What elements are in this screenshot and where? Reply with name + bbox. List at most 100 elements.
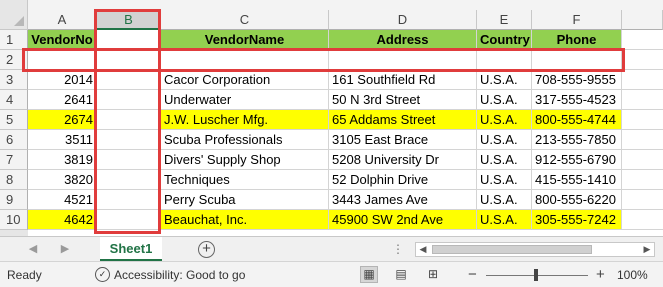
- cell-c3[interactable]: Cacor Corporation: [161, 70, 329, 90]
- cell-c9[interactable]: Perry Scuba: [161, 190, 329, 210]
- cell-g4[interactable]: [622, 90, 663, 110]
- select-all-corner[interactable]: [0, 0, 28, 30]
- cell-a8[interactable]: 3820: [28, 170, 97, 190]
- zoom-out-icon[interactable]: −: [468, 266, 477, 283]
- row-header-4[interactable]: 4: [0, 90, 28, 110]
- cell-g3[interactable]: [622, 70, 663, 90]
- page-break-icon[interactable]: ⊞: [424, 266, 442, 283]
- cell-g10[interactable]: [622, 210, 663, 230]
- sheet-tab-sheet1[interactable]: Sheet1: [100, 237, 162, 262]
- zoom-slider-thumb[interactable]: [534, 269, 538, 281]
- column-header-d[interactable]: D: [329, 10, 477, 30]
- cell-b10[interactable]: [97, 210, 161, 230]
- cell-d4[interactable]: 50 N 3rd Street: [329, 90, 477, 110]
- cell-b7[interactable]: [97, 150, 161, 170]
- cell-e2[interactable]: [477, 50, 532, 70]
- cell-a4[interactable]: 2641: [28, 90, 97, 110]
- cell-a10[interactable]: 4642: [28, 210, 97, 230]
- cell-f4[interactable]: 317-555-4523: [532, 90, 622, 110]
- column-header-c[interactable]: C: [161, 10, 329, 30]
- accessibility-icon[interactable]: ✓: [95, 267, 110, 282]
- column-header-f[interactable]: F: [532, 10, 622, 30]
- cell-e8[interactable]: U.S.A.: [477, 170, 532, 190]
- row-header-6[interactable]: 6: [0, 130, 28, 150]
- cell-d7[interactable]: 5208 University Dr: [329, 150, 477, 170]
- cell-g9[interactable]: [622, 190, 663, 210]
- cell-e9[interactable]: U.S.A.: [477, 190, 532, 210]
- cell-b8[interactable]: [97, 170, 161, 190]
- grid-view-icon[interactable]: ▦: [360, 266, 378, 283]
- column-header-e[interactable]: E: [477, 10, 532, 30]
- cell-b3[interactable]: [97, 70, 161, 90]
- row-header-5[interactable]: 5: [0, 110, 28, 130]
- scroll-left-icon[interactable]: ◀: [416, 243, 430, 256]
- row-header-2[interactable]: 2: [0, 50, 28, 70]
- cell-b2[interactable]: [97, 50, 161, 70]
- cell-g2[interactable]: [622, 50, 663, 70]
- cell-f10[interactable]: 305-555-7242: [532, 210, 622, 230]
- cell-b6[interactable]: [97, 130, 161, 150]
- cell-f8[interactable]: 415-555-1410: [532, 170, 622, 190]
- row-header-9[interactable]: 9: [0, 190, 28, 210]
- accessibility-status[interactable]: Accessibility: Good to go: [114, 268, 245, 282]
- cell-f2[interactable]: [532, 50, 622, 70]
- cell-e7[interactable]: U.S.A.: [477, 150, 532, 170]
- column-header-a[interactable]: A: [28, 10, 97, 30]
- cell-d3[interactable]: 161 Southfield Rd: [329, 70, 477, 90]
- cell-g8[interactable]: [622, 170, 663, 190]
- cell-d10[interactable]: 45900 SW 2nd Ave: [329, 210, 477, 230]
- cell-c7[interactable]: Divers' Supply Shop: [161, 150, 329, 170]
- cell-a7[interactable]: 3819: [28, 150, 97, 170]
- cell-b5[interactable]: [97, 110, 161, 130]
- cell-a9[interactable]: 4521: [28, 190, 97, 210]
- cell-c6[interactable]: Scuba Professionals: [161, 130, 329, 150]
- cell-a5[interactable]: 2674: [28, 110, 97, 130]
- cell-g1[interactable]: [622, 30, 663, 50]
- cell-a2[interactable]: [28, 50, 97, 70]
- cell-f6[interactable]: 213-555-7850: [532, 130, 622, 150]
- row-header-10[interactable]: 10: [0, 210, 28, 230]
- cell-f7[interactable]: 912-555-6790: [532, 150, 622, 170]
- cell-d9[interactable]: 3443 James Ave: [329, 190, 477, 210]
- cell-c4[interactable]: Underwater: [161, 90, 329, 110]
- cell-f3[interactable]: 708-555-9555: [532, 70, 622, 90]
- cell-f5[interactable]: 800-555-4744: [532, 110, 622, 130]
- header-cell-b[interactable]: [97, 30, 161, 50]
- cell-c10[interactable]: Beauchat, Inc.: [161, 210, 329, 230]
- header-cell-a[interactable]: VendorNo: [28, 30, 97, 50]
- header-cell-d[interactable]: Address: [329, 30, 477, 50]
- cell-d5[interactable]: 65 Addams Street: [329, 110, 477, 130]
- header-cell-e[interactable]: Country: [477, 30, 532, 50]
- row-header-1[interactable]: 1: [0, 30, 28, 50]
- header-cell-f[interactable]: Phone: [532, 30, 622, 50]
- row-header-3[interactable]: 3: [0, 70, 28, 90]
- page-layout-icon[interactable]: ▤: [392, 266, 410, 283]
- header-cell-c[interactable]: VendorName: [161, 30, 329, 50]
- prev-sheet-icon[interactable]: ◀: [26, 242, 40, 256]
- more-options-icon[interactable]: ⋮: [392, 242, 405, 256]
- cell-d8[interactable]: 52 Dolphin Drive: [329, 170, 477, 190]
- cell-g7[interactable]: [622, 150, 663, 170]
- cell-g6[interactable]: [622, 130, 663, 150]
- cell-e3[interactable]: U.S.A.: [477, 70, 532, 90]
- cell-a3[interactable]: 2014: [28, 70, 97, 90]
- horizontal-scrollbar[interactable]: ◀ ▶: [415, 242, 655, 257]
- cell-e4[interactable]: U.S.A.: [477, 90, 532, 110]
- cell-c8[interactable]: Techniques: [161, 170, 329, 190]
- cell-b4[interactable]: [97, 90, 161, 110]
- column-header-b[interactable]: B: [97, 10, 161, 30]
- plus-circle-icon[interactable]: +: [198, 241, 215, 258]
- scroll-right-icon[interactable]: ▶: [640, 243, 654, 256]
- cell-e10[interactable]: U.S.A.: [477, 210, 532, 230]
- cell-e5[interactable]: U.S.A.: [477, 110, 532, 130]
- cell-d6[interactable]: 3105 East Brace: [329, 130, 477, 150]
- cell-a6[interactable]: 3511: [28, 130, 97, 150]
- worksheet-grid[interactable]: ABCDEF 1 2 3 4 5 6 7 8 9 10 VendorNo VendorName Add…: [0, 0, 663, 236]
- row-header-8[interactable]: 8: [0, 170, 28, 190]
- zoom-in-icon[interactable]: +: [596, 266, 605, 283]
- cell-d2[interactable]: [329, 50, 477, 70]
- cell-c5[interactable]: J.W. Luscher Mfg.: [161, 110, 329, 130]
- row-header-7[interactable]: 7: [0, 150, 28, 170]
- cell-g5[interactable]: [622, 110, 663, 130]
- cell-b9[interactable]: [97, 190, 161, 210]
